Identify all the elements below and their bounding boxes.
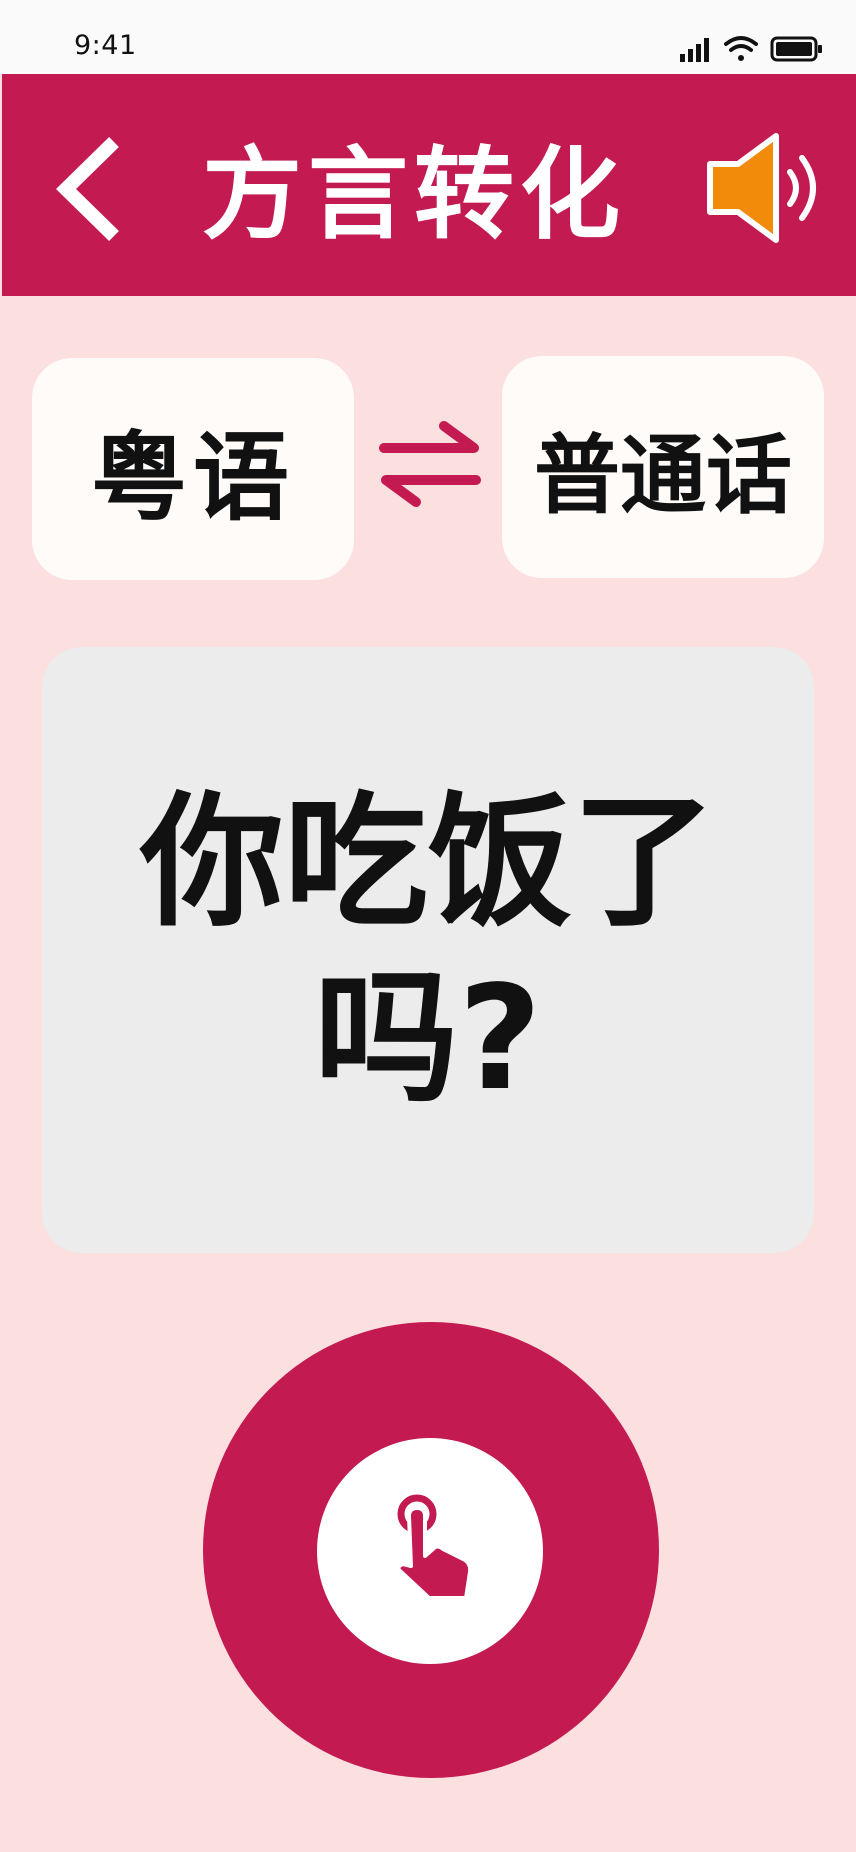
speaker-button[interactable]: [702, 128, 832, 248]
page-title: 方言转化: [202, 135, 626, 253]
status-bar: 9:41: [0, 0, 856, 74]
record-button-inner[interactable]: [317, 1438, 543, 1664]
translation-panel: 你吃饭了吗?: [42, 647, 814, 1253]
translation-text: 你吃饭了吗?: [139, 778, 716, 1122]
swap-language-button[interactable]: [378, 416, 482, 512]
touch-hand-icon: [396, 1494, 473, 1600]
back-button[interactable]: [52, 134, 132, 244]
battery-icon: [770, 36, 822, 62]
source-language-button[interactable]: 粤语: [32, 358, 354, 580]
record-button[interactable]: [203, 1322, 659, 1778]
status-icons: [680, 36, 822, 62]
signal-icon: [680, 38, 709, 62]
target-language-button[interactable]: 普通话: [502, 356, 824, 578]
status-time: 9:41: [74, 30, 137, 61]
swap-arrows-icon: [379, 421, 481, 507]
app-header: 方言转化: [2, 74, 856, 296]
chevron-left-icon: [55, 136, 119, 242]
wifi-icon: [724, 36, 758, 61]
speaker-icon: [707, 133, 816, 243]
